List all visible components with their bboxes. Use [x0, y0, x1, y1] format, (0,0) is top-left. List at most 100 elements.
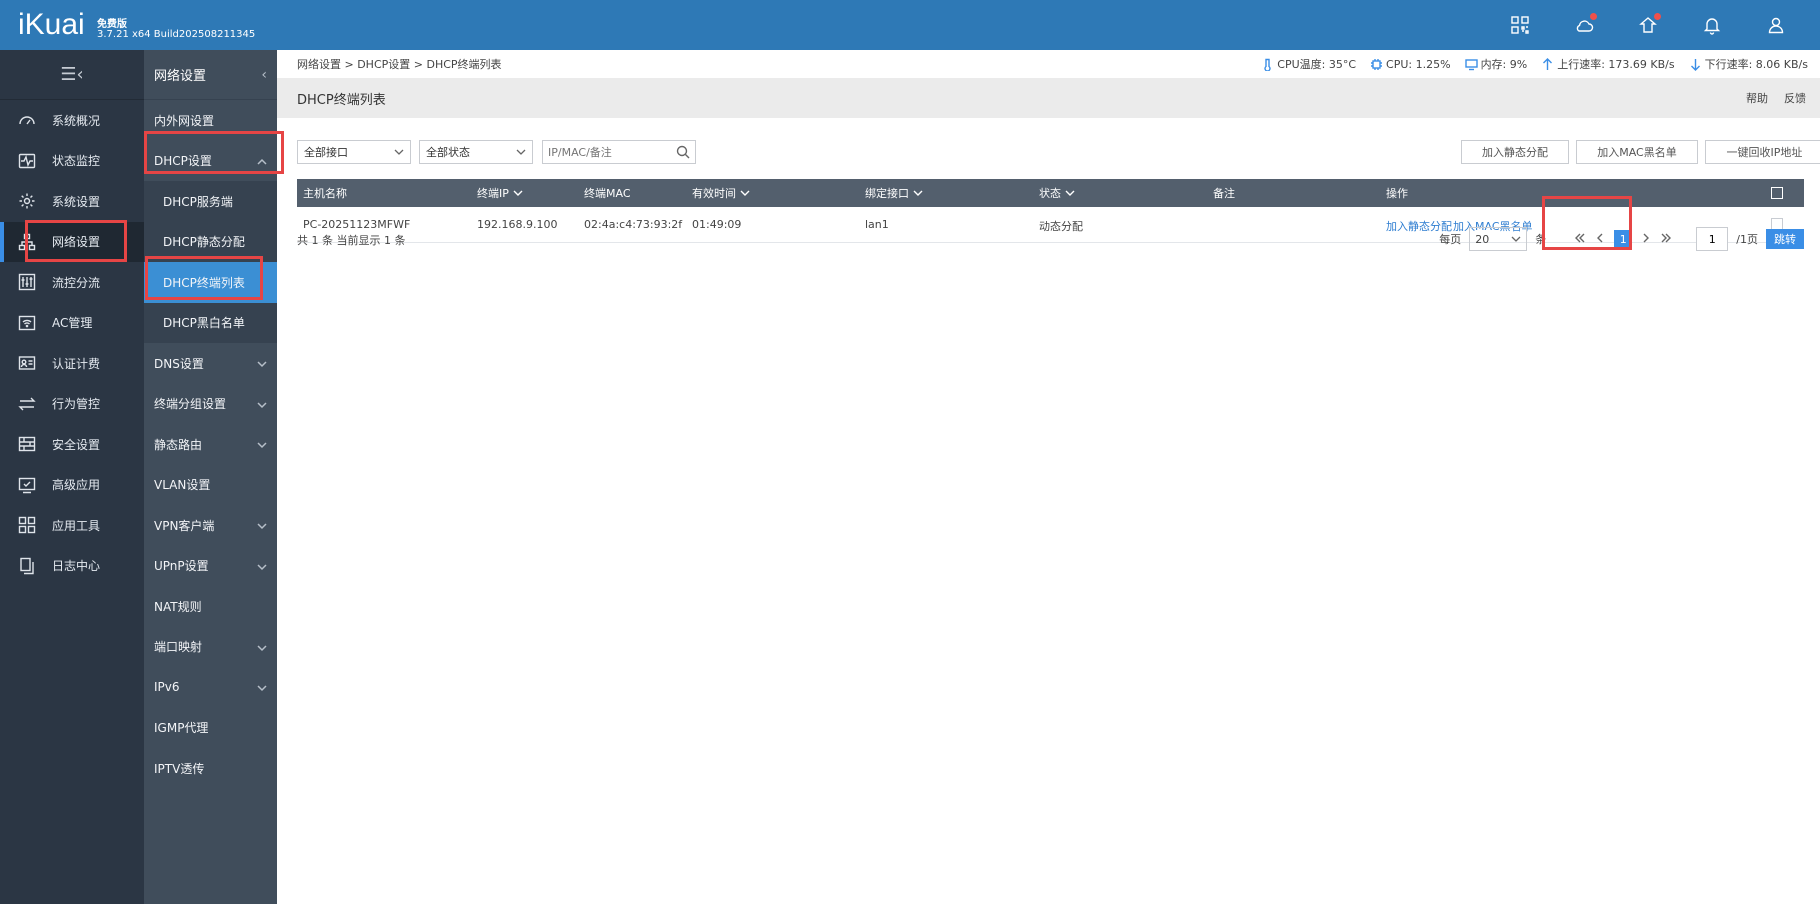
first-page-icon[interactable] [1574, 232, 1586, 247]
filter-toolbar: 全部接口 全部状态 加入静态分配 加入MAC黑名单 一键回收IP地址 [297, 140, 1820, 164]
menu-item-dhcp-static[interactable]: DHCP静态分配 [144, 221, 277, 262]
menu-item-ipv6[interactable]: IPv6 [144, 667, 277, 708]
menu-item-dhcp-blacklist[interactable]: DHCP黑白名单 [144, 302, 277, 343]
sidebar-item-label: 高级应用 [52, 478, 101, 493]
menu-item-vpn-client[interactable]: VPN客户端 [144, 505, 277, 546]
arrow-down-icon [1690, 58, 1700, 71]
menu-item-label: NAT规则 [154, 599, 202, 614]
qrcode-icon[interactable] [1500, 13, 1540, 37]
menu-item-label: DNS设置 [154, 356, 204, 371]
network-icon [16, 231, 38, 253]
menu-collapse-icon[interactable]: ☰‹ [0, 50, 144, 100]
menu-item-lan-wan[interactable]: 内外网设置 [144, 100, 277, 141]
col-status[interactable]: 状态 [1039, 185, 1075, 201]
gear-icon [16, 190, 38, 212]
sidebar-item-label: 流控分流 [52, 275, 101, 290]
chevron-down-icon [257, 358, 267, 368]
next-page-icon[interactable] [1640, 232, 1652, 247]
user-icon[interactable] [1756, 13, 1796, 37]
menu-item-iptv[interactable]: IPTV透传 [144, 748, 277, 789]
menu-item-label: IGMP代理 [154, 721, 209, 736]
notification-dot [1654, 13, 1661, 20]
cloud-icon[interactable] [1564, 13, 1604, 37]
menu-item-dhcp-clients[interactable]: DHCP终端列表 [144, 262, 277, 303]
chevron-down-icon [513, 190, 523, 196]
sidebar-item-label: AC管理 [52, 316, 93, 331]
id-card-icon [16, 352, 38, 374]
per-page-select[interactable]: 20 [1469, 227, 1528, 251]
current-page[interactable]: 1 [1614, 230, 1633, 248]
bell-icon[interactable] [1692, 13, 1732, 37]
prev-page-icon[interactable] [1594, 232, 1606, 247]
sidebar-item-ac[interactable]: AC管理 [0, 303, 144, 344]
help-link[interactable]: 帮助 [1746, 90, 1768, 106]
sidebar-item-behavior[interactable]: 行为管控 [0, 384, 144, 425]
menu-item-terminal-group[interactable]: 终端分组设置 [144, 384, 277, 425]
menu-item-dhcp[interactable]: DHCP设置 [144, 141, 277, 182]
sidebar-item-monitor[interactable]: 状态监控 [0, 141, 144, 182]
main-content: 网络设置 > DHCP设置 > DHCP终端列表 CPU温度: 35°C CPU… [277, 50, 1820, 904]
menu-item-label: VLAN设置 [154, 478, 211, 493]
secondary-sidebar-title: 网络设置 [154, 69, 207, 84]
upgrade-icon[interactable] [1628, 13, 1668, 37]
menu-item-static-route[interactable]: 静态路由 [144, 424, 277, 465]
menu-item-nat[interactable]: NAT规则 [144, 586, 277, 627]
goto-button[interactable]: 跳转 [1766, 229, 1804, 249]
sidebar-item-label: 系统设置 [52, 194, 101, 209]
table-footer: 共 1 条 当前显示 1 条 每页 20 条 1 /1页 跳转 [297, 227, 1804, 253]
sidebar-item-label: 行为管控 [52, 397, 101, 412]
col-interface[interactable]: 绑定接口 [865, 185, 923, 201]
cpu-temp-stat: CPU温度: 35°C [1261, 56, 1356, 72]
menu-item-label: 静态路由 [154, 437, 203, 452]
chevron-down-icon [913, 190, 923, 196]
sidebar-item-label: 网络设置 [52, 235, 101, 250]
status-select[interactable]: 全部状态 [419, 140, 533, 164]
col-hostname: 主机名称 [303, 187, 347, 200]
menu-item-dhcp-server[interactable]: DHCP服务端 [144, 181, 277, 222]
chevron-down-icon [516, 147, 526, 157]
menu-item-label: 内外网设置 [154, 113, 215, 128]
sidebar-item-overview[interactable]: 系统概况 [0, 100, 144, 141]
col-ip[interactable]: 终端IP [477, 185, 523, 201]
sidebar-item-flow[interactable]: 流控分流 [0, 262, 144, 303]
menu-item-vlan[interactable]: VLAN设置 [144, 465, 277, 506]
feedback-link[interactable]: 反馈 [1784, 90, 1806, 106]
status-bar: 网络设置 > DHCP设置 > DHCP终端列表 CPU温度: 35°C CPU… [277, 50, 1820, 78]
download-stat: 下行速率: 8.06 KB/s [1689, 56, 1808, 72]
chevron-down-icon [257, 399, 267, 409]
copy-icon [16, 555, 38, 577]
sidebar-item-security[interactable]: 安全设置 [0, 424, 144, 465]
interface-select[interactable]: 全部接口 [297, 140, 411, 164]
search-icon[interactable] [676, 145, 690, 159]
col-lease[interactable]: 有效时间 [692, 185, 750, 201]
menu-item-upnp[interactable]: UPnP设置 [144, 546, 277, 587]
chevron-down-icon [394, 147, 404, 157]
search-input[interactable] [542, 140, 696, 164]
sidebar-item-label: 认证计费 [52, 356, 101, 371]
menu-item-dns[interactable]: DNS设置 [144, 343, 277, 384]
sidebar-item-advanced[interactable]: 高级应用 [0, 465, 144, 506]
add-static-button[interactable]: 加入静态分配 [1461, 140, 1569, 164]
goto-page-input[interactable] [1696, 227, 1729, 251]
select-all-checkbox[interactable] [1771, 187, 1783, 199]
sidebar-item-system[interactable]: 系统设置 [0, 181, 144, 222]
secondary-sidebar-header[interactable]: 网络设置 ‹ [144, 50, 277, 100]
menu-item-label: DHCP黑白名单 [163, 316, 245, 331]
add-mac-blacklist-button[interactable]: 加入MAC黑名单 [1576, 140, 1698, 164]
page-title-bar: DHCP终端列表 帮助 反馈 [277, 78, 1820, 118]
sidebar-item-tools[interactable]: 应用工具 [0, 505, 144, 546]
chevron-left-icon[interactable]: ‹ [261, 67, 267, 83]
menu-item-igmp[interactable]: IGMP代理 [144, 708, 277, 749]
firewall-icon [16, 433, 38, 455]
memory-stat: 内存: 9% [1464, 56, 1527, 72]
chevron-down-icon [257, 642, 267, 652]
last-page-icon[interactable] [1660, 232, 1672, 247]
reclaim-ip-button[interactable]: 一键回收IP地址 [1705, 140, 1820, 164]
pulse-icon [16, 150, 38, 172]
chevron-down-icon [257, 439, 267, 449]
sidebar-item-auth[interactable]: 认证计费 [0, 343, 144, 384]
sidebar-item-network[interactable]: 网络设置 [0, 221, 144, 262]
per-page-label: 每页 [1439, 233, 1462, 246]
menu-item-port-mapping[interactable]: 端口映射 [144, 627, 277, 668]
sidebar-item-logs[interactable]: 日志中心 [0, 546, 144, 587]
